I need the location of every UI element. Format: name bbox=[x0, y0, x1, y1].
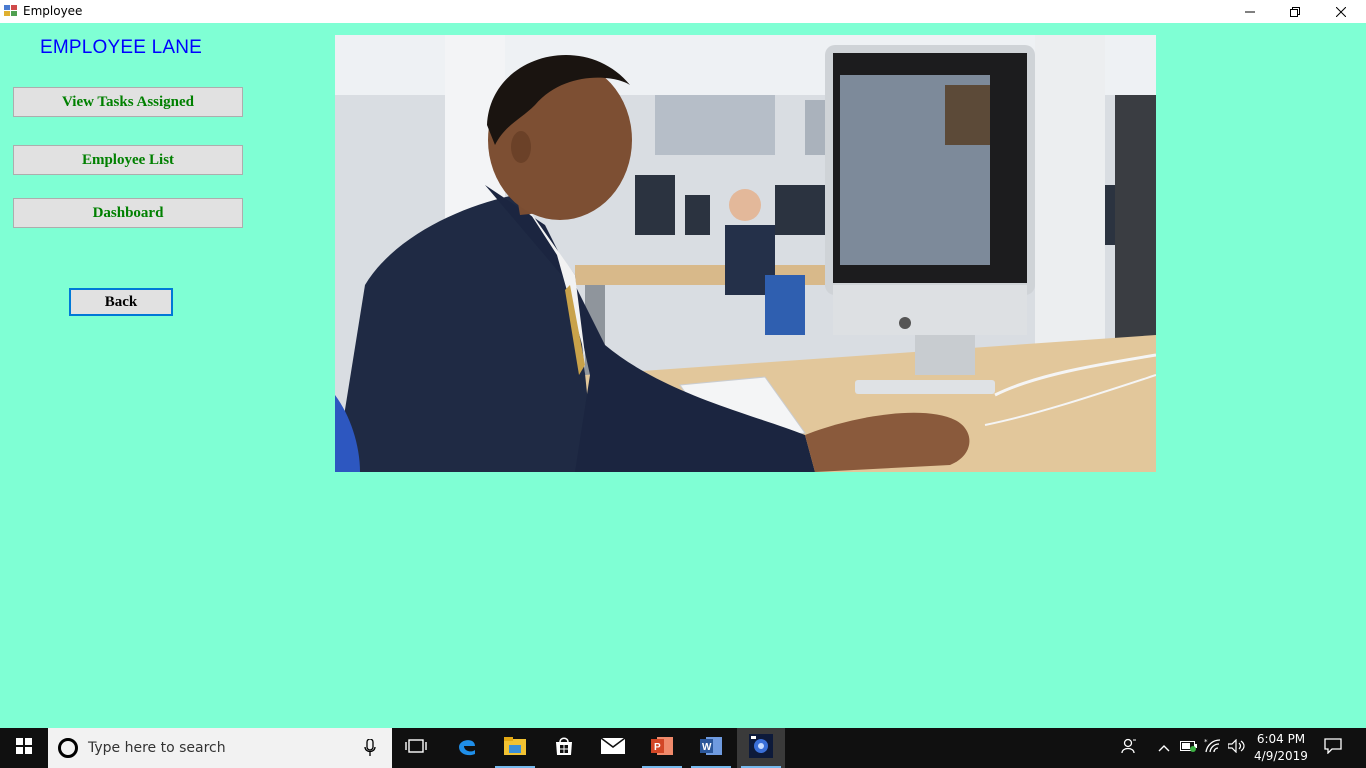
minimize-icon bbox=[1245, 7, 1255, 17]
word-icon: W bbox=[700, 735, 722, 762]
dashboard-button[interactable]: Dashboard bbox=[13, 198, 243, 228]
people-button[interactable] bbox=[1116, 728, 1142, 768]
wifi-icon: * bbox=[1204, 738, 1222, 759]
file-explorer-icon bbox=[504, 736, 526, 760]
running-app-taskbar-button[interactable] bbox=[737, 728, 785, 768]
task-view-button[interactable] bbox=[392, 728, 440, 768]
file-explorer-taskbar-button[interactable] bbox=[491, 728, 539, 768]
edge-taskbar-button[interactable] bbox=[443, 728, 491, 768]
chevron-up-icon bbox=[1158, 739, 1170, 757]
view-tasks-assigned-button[interactable]: View Tasks Assigned bbox=[13, 87, 243, 117]
powerpoint-taskbar-button[interactable]: P bbox=[638, 728, 686, 768]
search-placeholder: Type here to search bbox=[88, 740, 226, 756]
back-button[interactable]: Back bbox=[69, 288, 173, 316]
notification-icon bbox=[1324, 737, 1342, 759]
student-computer-photo bbox=[335, 35, 1156, 472]
battery-button[interactable] bbox=[1178, 728, 1200, 768]
battery-icon bbox=[1180, 739, 1198, 757]
windows-logo-icon bbox=[16, 737, 32, 759]
action-center-button[interactable] bbox=[1320, 728, 1346, 768]
word-taskbar-button[interactable]: W bbox=[687, 728, 735, 768]
restore-icon bbox=[1290, 6, 1300, 17]
clock-time: 6:04 PM bbox=[1256, 732, 1306, 746]
clock-date: 4/9/2019 bbox=[1254, 749, 1308, 763]
mail-taskbar-button[interactable] bbox=[589, 728, 637, 768]
microphone-icon[interactable] bbox=[364, 738, 376, 762]
mail-icon bbox=[600, 736, 626, 759]
store-icon bbox=[554, 736, 574, 761]
task-view-icon bbox=[405, 738, 427, 759]
speaker-icon bbox=[1227, 738, 1246, 758]
employee-list-button[interactable]: Employee List bbox=[13, 145, 243, 175]
svg-text:*: * bbox=[1204, 738, 1208, 746]
close-button[interactable] bbox=[1318, 0, 1364, 23]
title-bar: Employee bbox=[0, 0, 1366, 23]
app-icon bbox=[749, 733, 773, 763]
taskbar-search-box[interactable]: Type here to search bbox=[48, 728, 392, 768]
svg-text:P: P bbox=[654, 742, 661, 753]
people-icon bbox=[1121, 738, 1137, 759]
minimize-button[interactable] bbox=[1227, 0, 1273, 23]
window-title: Employee bbox=[23, 4, 83, 18]
volume-button[interactable] bbox=[1226, 728, 1248, 768]
store-taskbar-button[interactable] bbox=[540, 728, 588, 768]
close-icon bbox=[1336, 6, 1346, 17]
edge-icon bbox=[456, 735, 478, 762]
page-title: EMPLOYEE LANE bbox=[40, 37, 203, 58]
taskbar: Type here to search P W * 6:04 PM 4/9/20… bbox=[0, 728, 1366, 768]
app-window-icon bbox=[4, 4, 18, 18]
restore-button[interactable] bbox=[1272, 0, 1318, 23]
taskbar-clock[interactable]: 6:04 PM 4/9/2019 bbox=[1248, 731, 1314, 765]
start-button[interactable] bbox=[0, 728, 48, 768]
employee-form: EMPLOYEE LANE View Tasks Assigned Employ… bbox=[0, 23, 1366, 728]
powerpoint-icon: P bbox=[651, 735, 673, 762]
show-hidden-icons-button[interactable] bbox=[1154, 728, 1174, 768]
cortana-icon bbox=[58, 738, 78, 758]
svg-text:W: W bbox=[702, 742, 712, 753]
network-button[interactable]: * bbox=[1202, 728, 1224, 768]
